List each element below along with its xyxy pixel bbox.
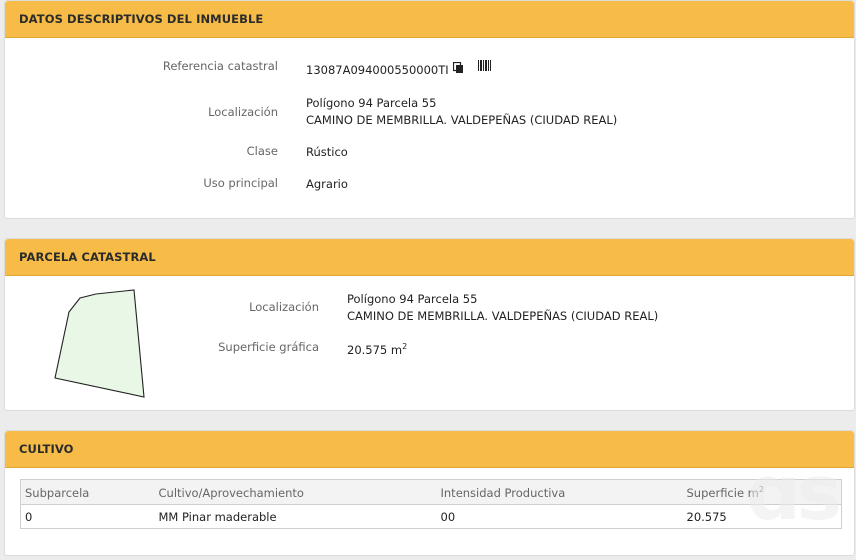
parcela-loc-label: Localización [249,300,319,314]
cell-superficie: 20.575 [686,509,727,524]
table-row: 0 MM Pinar maderable 00 20.575 [21,505,842,529]
barcode-icon[interactable] [477,59,491,75]
parcel-polygon [54,289,145,398]
col-cultivo: Cultivo/Aprovechamiento [154,479,437,505]
table-header-row: Subparcela Cultivo/Aprovechamiento Inten… [20,479,842,505]
cell-cultivo: MM Pinar maderable [158,509,277,524]
parcela-loc-line1: Polígono 94 Parcela 55 [347,292,478,306]
col-subparcela: Subparcela [20,479,155,505]
loc-label: Localización [208,105,278,119]
inmueble-panel: DATOS DESCRIPTIVOS DEL INMUEBLE Referenc… [4,0,855,219]
uso-value: Agrario [306,177,348,191]
cell-intensidad: 00 [440,509,456,524]
superficie-value: 20.575 m [347,342,403,357]
cell-subparcela: 0 [25,509,33,524]
parcel-shape-map[interactable] [50,287,150,399]
inmueble-header: DATOS DESCRIPTIVOS DEL INMUEBLE [5,1,854,38]
superficie-label: Superficie gráfica [218,340,319,354]
ref-label: Referencia catastral [162,59,278,73]
cultivo-table: Subparcela Cultivo/Aprovechamiento Inten… [20,479,842,529]
superficie-value-group: 20.575 m2 [347,339,407,358]
parcela-header: PARCELA CATASTRAL [5,239,854,276]
clase-value: Rústico [306,145,348,159]
copy-icon[interactable] [452,61,464,78]
parcela-loc-line2: CAMINO DE MEMBRILLA. VALDEPEÑAS (CIUDAD … [347,309,659,323]
col-superficie: Superficie m2 [682,479,842,505]
loc-line2: CAMINO DE MEMBRILLA. VALDEPEÑAS (CIUDAD … [306,113,618,127]
ref-value-group: 13087A094000550000TI [306,59,491,78]
superficie-exp: 2 [402,342,408,351]
loc-line1: Polígono 94 Parcela 55 [306,96,437,110]
parcela-panel: PARCELA CATASTRAL Localización Polígono … [4,238,855,411]
col-superficie-exp: 2 [758,485,764,495]
cultivo-panel: CULTIVO Subparcela Cultivo/Aprovechamien… [4,430,855,556]
ref-value[interactable]: 13087A094000550000TI [306,62,449,78]
col-superficie-label: Superficie m [686,485,759,500]
cultivo-header: CULTIVO [5,431,854,468]
col-intensidad: Intensidad Productiva [436,479,683,505]
uso-label: Uso principal [203,176,278,190]
clase-label: Clase [246,144,278,158]
